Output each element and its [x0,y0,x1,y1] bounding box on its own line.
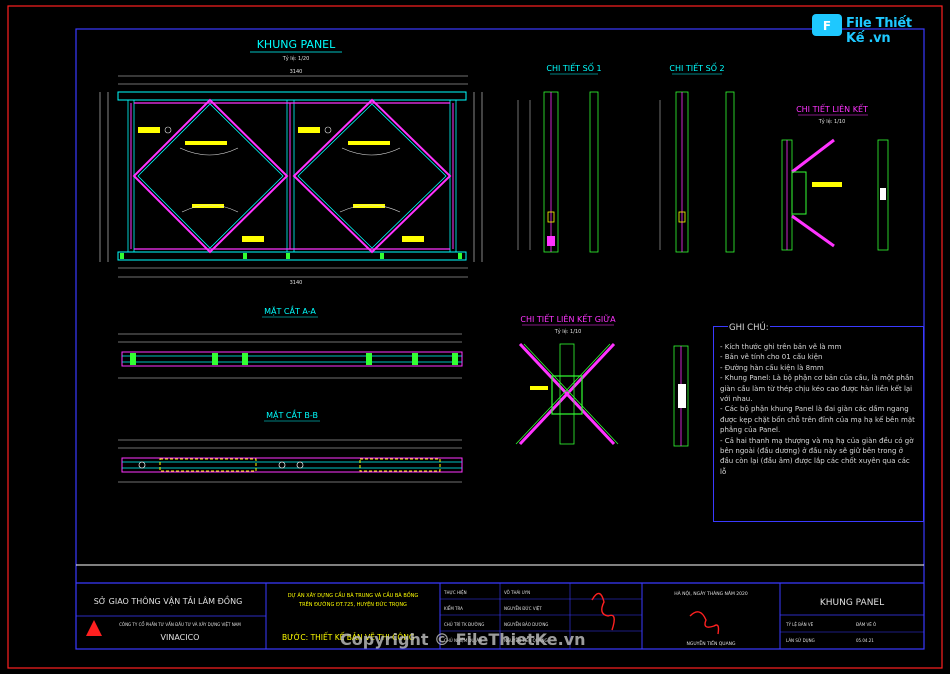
section-b-b: MẶT CẮT B-B [118,408,463,483]
note-item: - Kích thước ghi trên bản vẽ là mm [720,343,842,351]
notes-list: - Kích thước ghi trên bản vẽ là mm - Bản… [714,327,923,477]
note-item: - Cả hai thanh mạ thượng và mạ hạ của gi… [720,436,914,476]
svg-text:F: F [823,19,831,33]
note-item: - Đường hàn cấu kiện là 8mm [720,363,824,372]
connection-scale: Tỷ lệ: 1/10 [818,118,846,125]
name-3: NGUYỄN BẢO DƯƠNG [504,622,548,627]
note-item: - Khung Panel: Là bộ phận cơ bản của cầu… [720,374,914,404]
field2-label: LÁN SỬ DỤNG [786,638,815,643]
detail2-title: CHI TIẾT SỐ 2 [669,61,724,73]
project-line2: TRÊN ĐƯỜNG ĐT.725, HUYỆN ĐỨC TRỌNG [298,600,407,608]
name-1: VÕ THÁI UYN [504,590,530,595]
name-2: NGUYỄN ĐỨC VIỆT [504,606,542,611]
overall-dim-top: 3140 [290,69,303,75]
mid-connection-detail: CHI TIẾT LIÊN KẾT GIỮA Tỷ lệ: 1/10 [515,313,689,447]
logo-text: File Thiết Kế .vn [846,16,912,46]
role-2: KIỂM TRA [444,606,463,611]
detail-1: CHI TIẾT SỐ 1 [517,61,602,253]
overall-dim-bottom: 3140 [290,280,303,286]
mid-connection-title: CHI TIẾT LIÊN KẾT GIỮA [520,313,616,324]
site-logo: F File Thiết Kế .vn [810,12,922,46]
file-logo-icon: F [812,14,842,36]
main-title: KHUNG PANEL [257,38,336,51]
agency-name: SỞ GIAO THÔNG VẬN TẢI LÂM ĐỒNG [94,594,243,607]
copyright-watermark: Copyright © FileThietKe.vn [340,630,586,649]
section-aa-title: MẶT CẮT A-A [264,304,316,317]
connection-title: CHI TIẾT LIÊN KẾT [796,103,868,114]
main-scale: Tỷ lệ: 1/20 [282,55,310,62]
note-item: - Các bộ phận khung Panel là đai giàn cá… [720,405,915,435]
company-name: CÔNG TY CỔ PHẦN TƯ VẤN ĐẦU TƯ VÀ XÂY DỰN… [119,622,241,627]
role-3: CHỦ TRÌ TK ĐƯỜNG [444,622,484,627]
signature-2-icon [689,611,720,635]
company-short: VINACICO [161,633,200,642]
signer-name: NGUYỄN TIẾN QUANG [686,639,736,647]
section-bb-title: MẶT CẮT B-B [266,408,318,421]
sheet-title: KHUNG PANEL [820,598,884,608]
connection-detail: CHI TIẾT LIÊN KẾT Tỷ lệ: 1/10 [781,103,889,251]
notes-heading: GHI CHÚ: [728,323,770,334]
company-logo-icon [86,620,102,636]
notes-panel: GHI CHÚ: - Kích thước ghi trên bản vẽ là… [713,323,924,522]
field1-label: TỶ LỆ BẢN VẼ [785,622,814,627]
field1-value: ĐÀM VẼ Ô [856,622,876,627]
mid-connection-scale: Tỷ lệ: 1/10 [554,328,582,335]
note-item: - Bản vẽ tính cho 01 cấu kiện [720,353,823,362]
detail1-title: CHI TIẾT SỐ 1 [546,61,601,73]
section-a-a: MẶT CẮT A-A [118,304,463,379]
panel-elevation: KHUNG PANEL Tỷ lệ: 1/20 3140 3140 [99,38,483,286]
field2-value: 05.04.21 [856,638,874,643]
detail-2: CHI TIẾT SỐ 2 [659,61,735,253]
role-1: THỰC HIỆN [443,590,467,595]
date-line: HÀ NỘI, NGÀY THÁNG NĂM 2020 [674,590,748,597]
project-line1: DỰ ÁN XÂY DỰNG CẦU BÀ TRUNG VÀ CẦU BÀ BỒ… [288,590,419,599]
